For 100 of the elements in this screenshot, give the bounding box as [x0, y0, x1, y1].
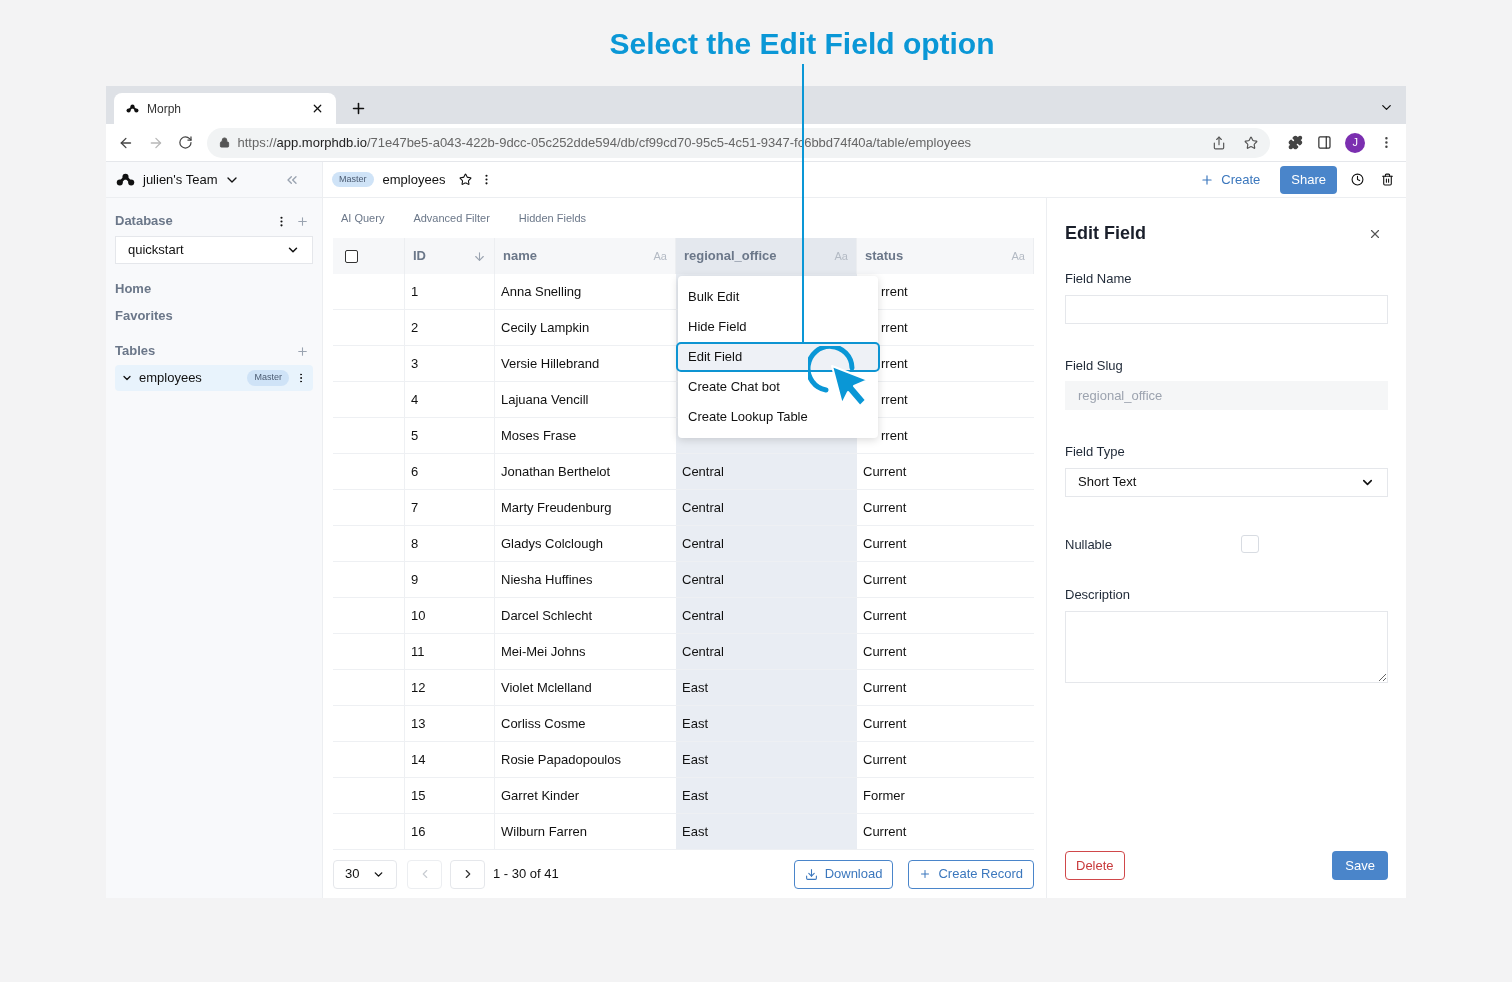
menu-item[interactable]: Hide Field: [678, 312, 878, 342]
column-header[interactable]: ID: [405, 238, 495, 274]
text-field[interactable]: [1065, 294, 1388, 324]
table-cell-text: Current: [863, 642, 907, 661]
plus-icon: [1200, 172, 1215, 187]
browser-tab[interactable]: Morph: [114, 93, 336, 124]
table-cell-text: rrent: [881, 426, 908, 445]
save-button[interactable]: Save: [1332, 851, 1388, 880]
section-label: Tables: [115, 342, 156, 361]
close-icon[interactable]: [311, 102, 324, 115]
table-cell-text: 9: [411, 570, 419, 589]
table-cell-text: Anna Snelling: [501, 282, 582, 301]
table-cell-text: Darcel Schlecht: [501, 606, 593, 625]
panel-title: Edit Field: [1065, 222, 1146, 245]
table-cell-text: East: [682, 786, 708, 805]
plus-icon: [919, 868, 932, 880]
new-tab-icon[interactable]: [350, 100, 367, 117]
extensions-icon[interactable]: [1287, 135, 1303, 150]
table-cell-text: rrent: [881, 390, 908, 409]
table-cell-text: Central: [682, 462, 724, 481]
table-cell-text: Central: [682, 642, 724, 661]
page-range: 1 - 30 of 41: [493, 865, 559, 884]
share-icon[interactable]: [1211, 135, 1226, 150]
table-cell-text: 14: [411, 750, 426, 769]
menu-item[interactable]: Edit Field: [676, 342, 880, 372]
field-label: Field Type: [1065, 443, 1125, 461]
type-select[interactable]: Short Text: [1065, 467, 1388, 497]
reload-icon[interactable]: [177, 135, 193, 150]
table-cell-text: Moses Frase: [501, 426, 577, 445]
section-label: Database: [115, 212, 173, 231]
table-cell-text: East: [682, 750, 708, 769]
database-select[interactable]: quickstart: [115, 236, 313, 264]
lock-icon: [218, 137, 230, 148]
field-label: Description: [1065, 586, 1131, 604]
share-button[interactable]: Share: [1280, 165, 1337, 194]
table-cell-text: Current: [863, 462, 907, 481]
menu-item[interactable]: Create Chat bot: [678, 372, 878, 402]
logo-icon: [116, 172, 135, 187]
nullable-checkbox[interactable]: [1241, 535, 1259, 554]
create-record-button[interactable]: Create Record: [908, 859, 1034, 889]
table-cell-text: Current: [863, 750, 907, 769]
table-cell-text: Jonathan Berthelot: [501, 462, 611, 481]
description-field[interactable]: [1065, 610, 1388, 683]
table-cell-text: 6: [411, 462, 419, 481]
table-cell-text: Violet Mclelland: [501, 678, 592, 697]
side-panel-icon[interactable]: [1316, 135, 1332, 150]
star-icon[interactable]: [459, 173, 473, 186]
table-cell-text: Cecily Lampkin: [501, 318, 590, 337]
toolbar-button[interactable]: AI Query: [341, 209, 385, 227]
table-cell-text: Current: [863, 822, 907, 841]
table-cell-text: 12: [411, 678, 426, 697]
table-cell-text: Central: [682, 534, 724, 553]
table-cell-text: rrent: [881, 282, 908, 301]
bookmark-icon[interactable]: [1243, 135, 1258, 150]
page-size-select[interactable]: 30: [333, 859, 397, 889]
menu-item[interactable]: Bulk Edit: [678, 282, 878, 312]
table-cell-text: Current: [863, 714, 907, 733]
delete-button[interactable]: Delete: [1065, 851, 1125, 880]
table-cell-text: 7: [411, 498, 419, 517]
table-cell-text: 1: [411, 282, 419, 301]
table-cell-text: Lajuana Vencill: [501, 390, 589, 409]
branch-badge: Master: [332, 171, 374, 188]
table-cell-text: Marty Freudenburg: [501, 498, 612, 517]
table-cell-text: Central: [682, 498, 724, 517]
table-cell-text: 11: [411, 642, 425, 661]
table-cell-text: Wilburn Farren: [501, 822, 587, 841]
table-cell-text: 4: [411, 390, 419, 409]
table-cell-text: Mei-Mei Johns: [501, 642, 586, 661]
table-cell-text: rrent: [881, 318, 908, 337]
table-item[interactable]: employees Master: [115, 365, 313, 391]
table-cell-text: Current: [863, 606, 907, 625]
table-cell-text: Rosie Papadopoulos: [501, 750, 621, 769]
history-icon[interactable]: [1351, 173, 1364, 186]
table-cell-text: 10: [411, 606, 426, 625]
logo-icon: [126, 103, 139, 114]
trash-icon[interactable]: [1381, 173, 1394, 186]
table-cell-text: Gladys Colclough: [501, 534, 603, 553]
toolbar-button[interactable]: Advanced Filter: [413, 209, 490, 227]
nav-link[interactable]: Home: [115, 281, 152, 297]
table-cell-text: Niesha Huffines: [501, 570, 593, 589]
table-cell-text: Current: [863, 570, 907, 589]
nav-link[interactable]: Favorites: [115, 308, 173, 324]
menu-item[interactable]: Create Lookup Table: [678, 402, 878, 432]
column-header[interactable]: status Aa: [857, 238, 1034, 274]
toolbar-button[interactable]: Hidden Fields: [518, 209, 587, 227]
table-cell-text: 15: [411, 786, 426, 805]
select-all-checkbox[interactable]: [345, 249, 358, 263]
table-title: employees: [382, 170, 446, 189]
download-button[interactable]: Download: [793, 859, 894, 889]
team-name[interactable]: julien's Team: [143, 169, 218, 190]
download-icon: [804, 867, 818, 881]
table-cell-text: Current: [863, 534, 907, 553]
profile-avatar[interactable]: J: [1345, 132, 1366, 153]
table-cell-text: Versie Hillebrand: [501, 354, 600, 373]
field-label: Field Slug: [1065, 356, 1123, 375]
create-button[interactable]: Create: [1200, 169, 1261, 190]
field-label: Nullable: [1065, 535, 1113, 554]
table-cell-text: rrent: [881, 354, 908, 373]
table-cell-text: Central: [682, 606, 724, 625]
table-cell-text: East: [682, 714, 708, 733]
